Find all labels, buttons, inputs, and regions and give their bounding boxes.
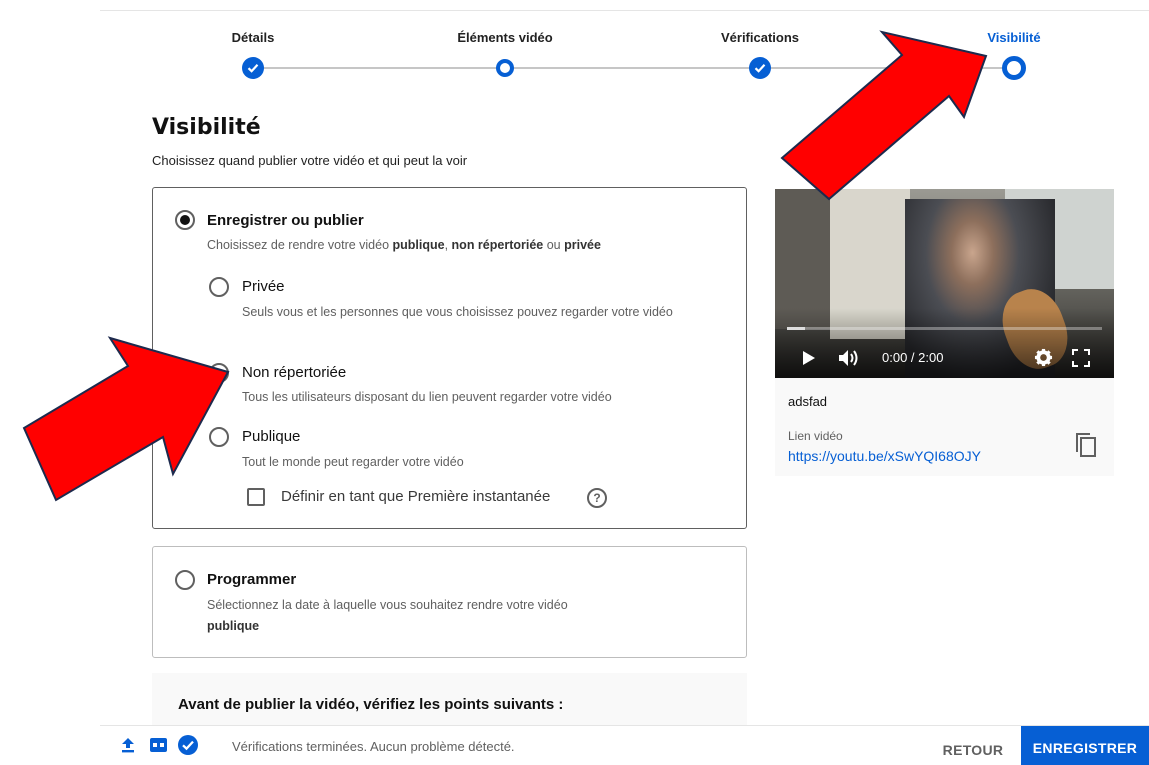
save-button[interactable]: ENREGISTRER — [1021, 726, 1149, 765]
fullscreen-icon[interactable] — [1072, 349, 1090, 367]
option-private-label: Privée — [242, 278, 285, 295]
step-ring-icon — [1002, 56, 1026, 80]
video-link-label: Lien vidéo — [788, 429, 843, 443]
copy-icon[interactable] — [1075, 432, 1097, 458]
check-circle-icon — [178, 735, 198, 755]
radio-private[interactable] — [209, 277, 229, 297]
annotation-arrow-icon — [780, 30, 988, 201]
upload-icon — [122, 738, 134, 753]
video-name: adsfad — [788, 394, 828, 409]
video-progress-bar[interactable] — [787, 327, 1102, 330]
option-unlisted-label: Non répertoriée — [242, 364, 347, 381]
option-private-desc: Seuls vous et les personnes que vous cho… — [242, 305, 673, 319]
schedule-description: Sélectionnez la date à laquelle vous sou… — [207, 598, 568, 633]
checklist-title: Avant de publier la vidéo, vérifiez les … — [178, 696, 564, 713]
hd-icon — [150, 738, 167, 752]
settings-icon[interactable] — [1034, 348, 1053, 367]
step-video-elements[interactable]: Éléments vidéo — [425, 30, 585, 77]
video-link[interactable]: https://youtu.be/xSwYQI68OJY — [788, 448, 981, 464]
status-text: Vérifications terminées. Aucun problème … — [232, 739, 515, 754]
video-controls-gradient — [775, 308, 1114, 378]
step-details[interactable]: Détails — [173, 30, 333, 79]
publish-title: Enregistrer ou publier — [207, 212, 364, 229]
schedule-title: Programmer — [207, 571, 297, 588]
play-icon[interactable] — [801, 350, 817, 366]
step-ring-icon — [496, 59, 514, 77]
step-label: Détails — [231, 30, 275, 45]
publish-card: Enregistrer ou publier Choisissez de ren… — [152, 187, 747, 529]
schedule-radio[interactable] — [175, 570, 195, 590]
option-public-label: Publique — [242, 428, 301, 445]
publish-radio[interactable] — [175, 210, 195, 230]
option-unlisted-desc: Tous les utilisateurs disposant du lien … — [242, 390, 612, 404]
check-circle-icon — [749, 57, 771, 79]
help-icon[interactable]: ? — [587, 488, 607, 508]
back-button[interactable]: RETOUR — [933, 734, 1013, 765]
publish-checklist: Avant de publier la vidéo, vérifiez les … — [152, 673, 747, 725]
option-public-desc: Tout le monde peut regarder votre vidéo — [242, 455, 464, 469]
premiere-checkbox[interactable] — [247, 488, 265, 506]
annotation-arrow-icon — [22, 336, 230, 502]
check-circle-icon — [242, 57, 264, 79]
page-title: Visibilité — [152, 115, 261, 140]
schedule-card: Programmer Sélectionnez la date à laquel… — [152, 546, 747, 658]
publish-description: Choisissez de rendre votre vidéo publiqu… — [207, 238, 601, 252]
footer-bar: Vérifications terminées. Aucun problème … — [100, 725, 1149, 765]
stepper-line — [505, 67, 761, 69]
page-subtitle: Choisissez quand publier votre vidéo et … — [152, 153, 468, 168]
step-label: Éléments vidéo — [457, 30, 553, 45]
volume-icon[interactable] — [838, 349, 860, 367]
video-player[interactable]: 0:00 / 2:00 — [775, 189, 1114, 378]
video-info: adsfad Lien vidéo https://youtu.be/xSwYQ… — [775, 378, 1114, 476]
video-time: 0:00 / 2:00 — [882, 350, 944, 365]
stepper-line — [256, 67, 505, 69]
premiere-label: Définir en tant que Première instantanée — [281, 488, 551, 505]
